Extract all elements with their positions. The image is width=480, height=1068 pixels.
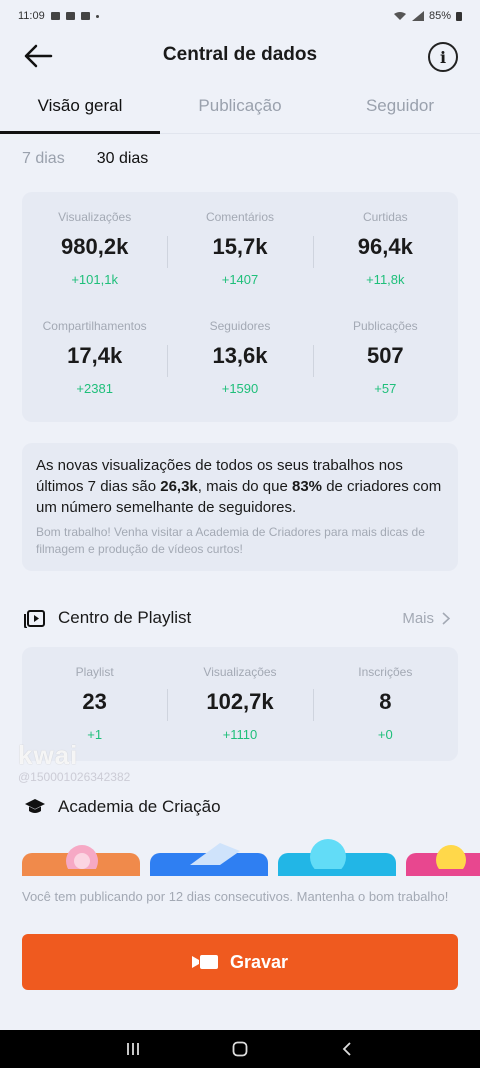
stat-label: Comentários [205, 210, 274, 224]
recents-icon [127, 1043, 140, 1055]
stat-delta: +0 [377, 727, 393, 742]
stat-label: Inscrições [358, 665, 413, 679]
stat-label: Curtidas [362, 210, 408, 224]
playlist-card: Playlist 23 +1 Visualizações 102,7k +111… [22, 647, 458, 761]
stat-value: 15,7k [212, 234, 268, 259]
info-icon: i [439, 47, 447, 67]
kwai-watermark: kwai [18, 740, 79, 770]
bottom-panel: Você tem publicando por 12 dias consecut… [0, 876, 480, 1030]
academy-section-header: Academia de Criação [24, 792, 456, 822]
system-navigation-bar [0, 1030, 480, 1068]
stat-label: Playlist [75, 665, 114, 679]
tab-seguidor[interactable]: Seguidor [320, 88, 480, 133]
period-selector: 7 dias 30 dias [22, 150, 148, 168]
battery-icon [456, 11, 462, 21]
recents-button[interactable] [118, 1034, 148, 1064]
stat-compartilhamentos[interactable]: Compartilhamentos 17,4k +2381 [22, 307, 167, 416]
stat-visualizacoes[interactable]: Visualizações 980,2k +101,1k [22, 198, 167, 307]
graduation-cap-icon [25, 799, 45, 813]
thumbnail-art-icon [190, 843, 240, 865]
thumbnail-art-icon [310, 839, 346, 869]
stat-delta: +1110 [222, 727, 258, 742]
stat-value: 13,6k [212, 343, 268, 368]
insight-part2: , mais do que [197, 478, 292, 495]
stat-label: Visualizações [203, 665, 277, 679]
tab-visao-geral[interactable]: Visão geral [0, 88, 160, 134]
info-button[interactable]: i [428, 42, 458, 72]
playlist-stat-inscricoes[interactable]: Inscrições 8 +0 [312, 647, 458, 761]
insight-card: As novas visualizações de todos os seus … [22, 443, 458, 571]
stat-seguidores[interactable]: Seguidores 13,6k +1590 [167, 307, 312, 416]
watermark-user-id: @150001026342382 [18, 770, 131, 784]
stat-value: 980,2k [61, 234, 129, 259]
chevron-left-icon [342, 1042, 351, 1056]
stat-label: Publicações [352, 319, 418, 333]
record-button[interactable]: Gravar [22, 934, 458, 990]
period-option-30-dias[interactable]: 30 dias [97, 150, 149, 168]
more-label: Mais [402, 609, 434, 627]
record-label: Gravar [229, 951, 289, 972]
stat-delta: +1590 [221, 381, 259, 396]
insight-percent: 83% [292, 478, 323, 495]
playlist-stat-visualizacoes[interactable]: Visualizações 102,7k +1110 [167, 647, 312, 761]
stats-card: Visualizações 980,2k +101,1k Comentários… [22, 192, 458, 422]
stat-label: Seguidores [209, 319, 271, 333]
notification-dot-icon [95, 14, 99, 18]
stat-value: 17,4k [67, 343, 123, 368]
academy-thumbnail[interactable] [278, 839, 396, 877]
academy-thumbnail[interactable] [406, 845, 480, 877]
signal-icon [411, 11, 424, 21]
stat-delta: +1407 [221, 272, 259, 287]
header: Central de dados i [0, 32, 480, 80]
stat-delta: +57 [374, 381, 397, 396]
playlist-icon [24, 610, 45, 628]
stat-value: 507 [366, 343, 404, 368]
thumbnail-art-icon [66, 845, 98, 869]
telegram-icon [50, 12, 60, 20]
home-icon [232, 1041, 248, 1057]
streak-message: Você tem publicando por 12 dias consecut… [22, 889, 449, 904]
page-title: Central de dados [162, 44, 318, 65]
stat-value: 96,4k [357, 234, 413, 259]
stat-publicacoes[interactable]: Publicações 507 +57 [312, 307, 458, 416]
academy-thumbnail[interactable] [22, 845, 140, 877]
period-option-7-dias[interactable]: 7 dias [22, 150, 65, 168]
battery-percent: 85% [428, 10, 451, 22]
stat-delta: +2381 [76, 381, 113, 396]
playlist-more-link[interactable]: Mais [402, 610, 450, 627]
stat-label: Compartilhamentos [42, 319, 147, 333]
message-icon [80, 12, 90, 20]
video-camera-icon [191, 955, 218, 969]
tab-publicacao[interactable]: Publicação [160, 88, 320, 133]
thumbnail-art-icon [436, 845, 466, 869]
stat-comentarios[interactable]: Comentários 15,7k +1407 [167, 198, 312, 307]
stat-value: 102,7k [206, 689, 274, 714]
gallery-icon [65, 12, 75, 20]
status-right: 85% [393, 10, 462, 22]
insight-subtext: Bom trabalho! Venha visitar a Academia d… [36, 525, 425, 556]
insight-text: As novas visualizações de todos os seus … [36, 455, 444, 518]
playlist-section-title: Centro de Playlist [58, 608, 192, 627]
insight-value: 26,3k [160, 478, 198, 495]
home-button[interactable] [225, 1034, 255, 1064]
stat-curtidas[interactable]: Curtidas 96,4k +11,8k [312, 198, 458, 307]
stat-delta: +11,8k [366, 272, 405, 287]
status-left: 11:09 [18, 10, 99, 22]
system-back-button[interactable] [332, 1034, 362, 1064]
stat-delta: +101,1k [71, 272, 118, 287]
academy-section-title: Academia de Criação [58, 797, 221, 816]
playlist-section-header: Centro de Playlist Mais [24, 603, 456, 633]
stat-value: 8 [379, 689, 392, 714]
stat-label: Visualizações [58, 210, 132, 224]
status-time: 11:09 [18, 10, 45, 22]
status-bar: 11:09 85% [0, 0, 480, 32]
wifi-icon [393, 12, 406, 20]
academy-thumbnail[interactable] [150, 843, 268, 877]
stat-value: 23 [82, 689, 107, 714]
tab-bar: Visão geral Publicação Seguidor [0, 88, 480, 134]
chevron-right-icon [442, 611, 450, 625]
academy-thumbnails [22, 835, 480, 877]
